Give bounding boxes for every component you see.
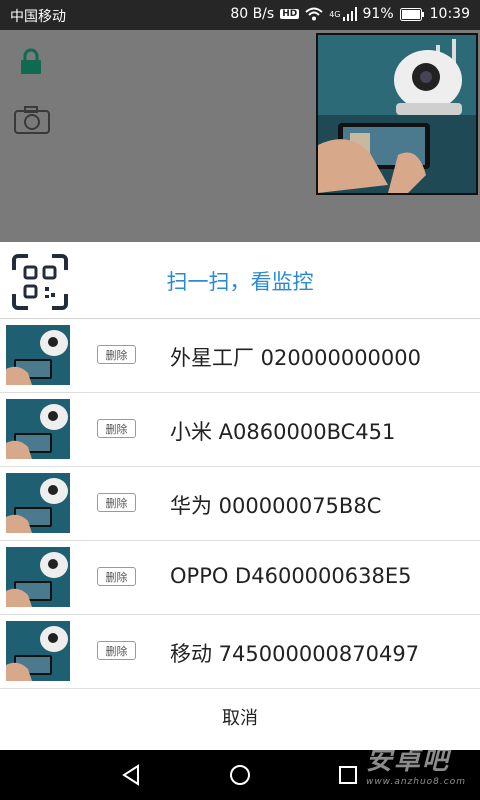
back-icon[interactable]: [120, 763, 144, 787]
camera-preview-image: [316, 33, 478, 195]
device-select-sheet: 扫一扫，看监控 删除 外星工厂 020000000000 删除 小米 A0860…: [0, 242, 480, 750]
clock: 10:39: [429, 6, 470, 22]
device-row[interactable]: 删除 移动 745000000870497: [0, 615, 480, 689]
lock-icon[interactable]: [18, 48, 44, 74]
device-thumbnail: [6, 325, 70, 385]
delete-button[interactable]: 删除: [97, 345, 136, 364]
device-name[interactable]: 外星工厂 020000000000: [170, 342, 421, 372]
delete-button[interactable]: 删除: [97, 493, 136, 512]
device-name[interactable]: 移动 745000000870497: [170, 638, 419, 668]
device-thumbnail: [6, 621, 70, 681]
status-bar: 中国移动 80 B/s HD 4G 91% 10:39: [0, 0, 480, 30]
watermark: 安卓吧 www.anzhuo8.com: [366, 740, 466, 787]
battery-icon: [399, 7, 424, 21]
device-thumbnail: [6, 399, 70, 459]
hd-badge: HD: [280, 9, 300, 19]
battery-percent: 91%: [362, 6, 394, 22]
camera-icon[interactable]: [14, 106, 50, 134]
scan-row[interactable]: 扫一扫，看监控: [0, 242, 480, 319]
delete-button[interactable]: 删除: [97, 641, 136, 660]
device-row[interactable]: 删除 小米 A0860000BC451: [0, 393, 480, 467]
signal-icon: [342, 7, 357, 21]
network-speed: 80 B/s: [230, 6, 275, 22]
device-thumbnail: [6, 547, 70, 607]
status-indicators: 80 B/s HD 4G 91% 10:39: [230, 6, 470, 22]
device-list: 删除 外星工厂 020000000000 删除 小米 A0860000BC451…: [0, 319, 480, 689]
device-row[interactable]: 删除 外星工厂 020000000000: [0, 319, 480, 393]
scan-label[interactable]: 扫一扫，看监控: [0, 266, 480, 296]
device-name[interactable]: 华为 000000075B8C: [170, 490, 381, 520]
network-type: 4G: [329, 9, 341, 19]
home-icon[interactable]: [228, 763, 252, 787]
watermark-url: www.anzhuo8.com: [365, 777, 466, 787]
device-row[interactable]: 删除 OPPO D4600000638E5: [0, 541, 480, 615]
delete-button[interactable]: 删除: [97, 567, 136, 586]
dimmed-background: [0, 30, 480, 242]
device-name[interactable]: 小米 A0860000BC451: [170, 416, 395, 446]
cancel-label[interactable]: 取消: [0, 704, 480, 730]
device-row[interactable]: 删除 华为 000000075B8C: [0, 467, 480, 541]
wifi-icon: [305, 7, 323, 21]
delete-button[interactable]: 删除: [97, 419, 136, 438]
carrier-name: 中国移动: [10, 9, 66, 25]
device-thumbnail: [6, 473, 70, 533]
watermark-brand: 安卓吧: [365, 746, 450, 776]
recents-icon[interactable]: [336, 763, 360, 787]
device-name[interactable]: OPPO D4600000638E5: [170, 564, 411, 588]
